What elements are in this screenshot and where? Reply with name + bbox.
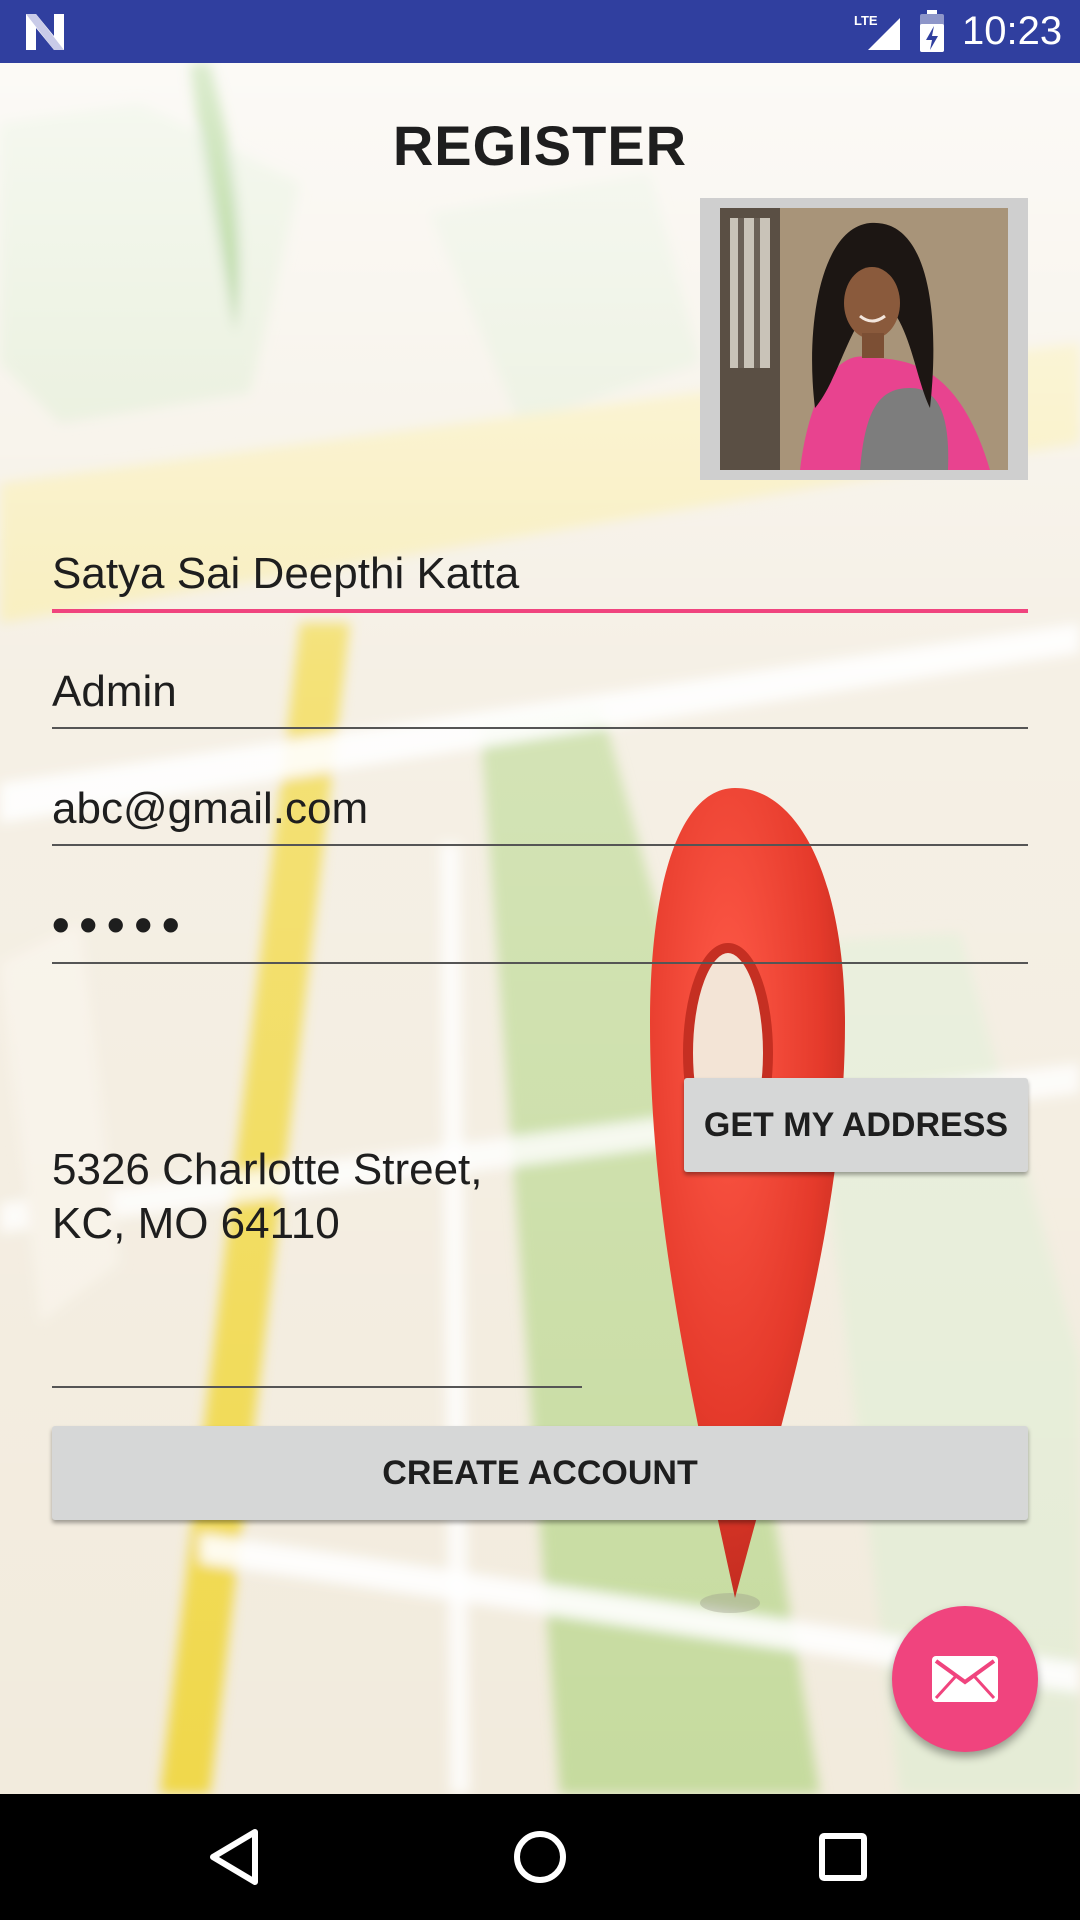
profile-photo-frame[interactable] (700, 198, 1028, 480)
mail-icon (932, 1656, 998, 1702)
password-field[interactable]: ••••• (52, 896, 1028, 954)
home-icon[interactable] (507, 1824, 573, 1890)
profile-photo (720, 208, 1008, 470)
battery-charging-icon (920, 10, 944, 52)
fab-mail-button[interactable] (892, 1606, 1038, 1752)
email-field[interactable]: abc@gmail.com (52, 780, 1028, 838)
create-account-button[interactable]: CREATE ACCOUNT (52, 1426, 1028, 1520)
address-field[interactable]: 5326 Charlotte Street, KC, MO 64110 (52, 1143, 612, 1251)
register-screen: REGISTER Satya Sai Deepthi Katta Admin a… (0, 63, 1080, 1794)
svg-text:LTE: LTE (854, 13, 878, 28)
navigation-bar (0, 1794, 1080, 1920)
address-field-underline (52, 1386, 582, 1388)
role-field-underline (52, 727, 1028, 729)
lte-signal-icon: LTE (854, 13, 900, 50)
status-time: 10:23 (962, 9, 1063, 53)
role-field[interactable]: Admin (52, 663, 1028, 721)
email-field-underline (52, 844, 1028, 846)
page-title: REGISTER (392, 114, 688, 177)
notification-n-icon (26, 14, 64, 50)
status-bar: LTE 10:23 (0, 0, 1080, 63)
name-field-underline (52, 609, 1028, 613)
get-my-address-button[interactable]: GET MY ADDRESS (684, 1078, 1028, 1172)
name-field[interactable]: Satya Sai Deepthi Katta (52, 545, 1028, 603)
password-field-underline (52, 962, 1028, 964)
recents-icon[interactable] (810, 1824, 876, 1890)
back-icon[interactable] (203, 1824, 269, 1890)
